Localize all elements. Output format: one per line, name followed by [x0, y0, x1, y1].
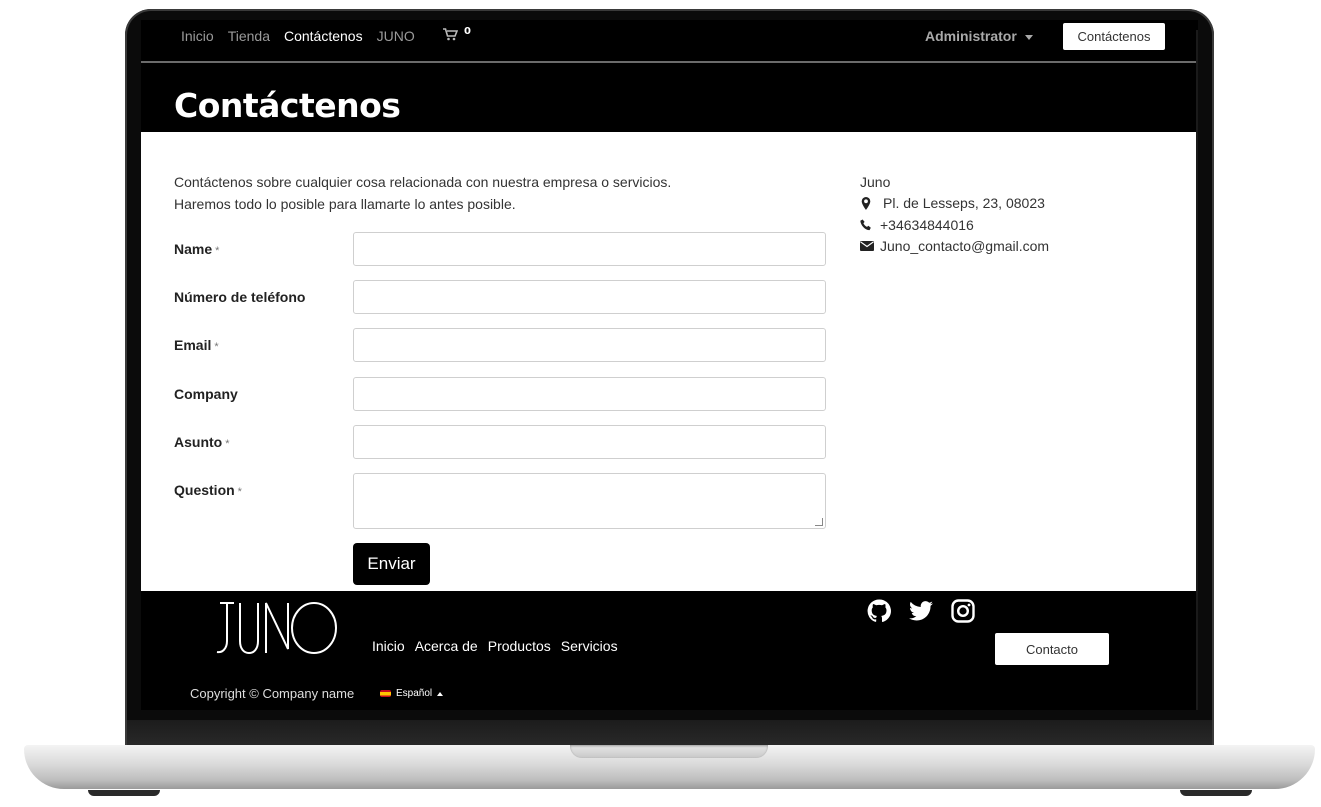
- screen-edge: [1196, 30, 1198, 710]
- form-row-company: Company: [174, 377, 826, 411]
- footer-contact-button[interactable]: Contacto: [995, 633, 1109, 665]
- phone-label: Número de teléfono: [174, 289, 306, 305]
- user-menu[interactable]: Administrator: [925, 28, 1033, 44]
- juno-logo[interactable]: [216, 601, 338, 668]
- language-label: Español: [396, 688, 433, 699]
- laptop-foot-left: [88, 790, 160, 796]
- laptop-foot-right: [1180, 790, 1252, 796]
- form-row-phone: Número de teléfono: [174, 280, 826, 314]
- copyright-text: Copyright © Company name: [190, 686, 355, 701]
- github-icon[interactable]: [866, 598, 892, 624]
- name-label: Name *: [174, 241, 220, 257]
- top-navbar: Inicio Tienda Contáctenos JUNO 0 Adminis…: [141, 20, 1198, 61]
- nav-link-juno[interactable]: JUNO: [377, 28, 415, 44]
- phone-line: +34634844016: [860, 214, 1049, 236]
- form-row-question: Question *: [174, 473, 826, 529]
- address-line: Pl. de Lesseps, 23, 08023: [860, 193, 1049, 215]
- intro-text: Contáctenos sobre cualquier cosa relacio…: [174, 171, 671, 215]
- caret-down-icon: [1024, 34, 1033, 40]
- footer-link-servicios[interactable]: Servicios: [561, 638, 618, 654]
- footer-links: Inicio Acerca de Productos Servicios: [372, 638, 628, 654]
- form-row-name: Name *: [174, 232, 826, 266]
- subject-input[interactable]: [353, 425, 826, 459]
- email-line: Juno_contacto@gmail.com: [860, 236, 1049, 258]
- cart-icon[interactable]: [443, 28, 459, 45]
- envelope-icon: [860, 241, 880, 252]
- footer-link-acerca[interactable]: Acerca de: [415, 638, 478, 654]
- nav-link-contactenos[interactable]: Contáctenos: [284, 28, 363, 44]
- twitter-icon[interactable]: [908, 598, 934, 624]
- social-links: [866, 598, 976, 624]
- spain-flag-icon: [380, 690, 391, 697]
- nav-contact-button[interactable]: Contáctenos: [1063, 23, 1165, 50]
- address-text: Pl. de Lesseps, 23, 08023: [883, 195, 1045, 212]
- nav-link-tienda[interactable]: Tienda: [228, 28, 270, 44]
- subject-label: Asunto *: [174, 434, 230, 450]
- email-text[interactable]: Juno_contacto@gmail.com: [880, 238, 1049, 254]
- footer-link-inicio[interactable]: Inicio: [372, 638, 405, 654]
- cart-count-badge: 0: [464, 26, 471, 37]
- footer-link-productos[interactable]: Productos: [488, 638, 551, 654]
- footer: Inicio Acerca de Productos Servicios Con…: [141, 591, 1198, 710]
- phone-text: +34634844016: [880, 216, 974, 233]
- caret-up-icon: [437, 691, 444, 696]
- language-selector[interactable]: Español: [380, 688, 444, 699]
- form-row-email: Email *: [174, 328, 826, 362]
- company-input[interactable]: [353, 377, 826, 411]
- page-title: Contáctenos: [174, 86, 401, 125]
- question-textarea[interactable]: [353, 473, 826, 529]
- phone-icon: [860, 219, 880, 231]
- phone-input[interactable]: [353, 280, 826, 314]
- company-name: Juno: [860, 173, 891, 190]
- email-input[interactable]: [353, 328, 826, 362]
- nav-links: Inicio Tienda Contáctenos JUNO: [181, 28, 429, 44]
- nav-divider: [141, 61, 1198, 63]
- email-label: Email *: [174, 337, 219, 353]
- form-row-subject: Asunto *: [174, 425, 826, 459]
- user-name: Administrator: [925, 28, 1017, 44]
- instagram-icon[interactable]: [950, 598, 976, 624]
- screen: Inicio Tienda Contáctenos JUNO 0 Adminis…: [141, 20, 1198, 710]
- resize-handle-icon[interactable]: [815, 518, 823, 526]
- map-marker-icon: [860, 196, 880, 210]
- company-label: Company: [174, 386, 238, 402]
- main-content: Contáctenos sobre cualquier cosa relacio…: [141, 132, 1198, 591]
- submit-button[interactable]: Enviar: [353, 543, 430, 585]
- contact-info: Juno Pl. de Lesseps, 23, 08023 +34634844…: [860, 171, 1049, 257]
- name-input[interactable]: [353, 232, 826, 266]
- question-label: Question *: [174, 482, 242, 498]
- intro-line-2: Haremos todo lo posible para llamarte lo…: [174, 196, 516, 212]
- laptop-notch: [570, 745, 768, 758]
- intro-line-1: Contáctenos sobre cualquier cosa relacio…: [174, 174, 672, 190]
- nav-link-inicio[interactable]: Inicio: [181, 28, 214, 44]
